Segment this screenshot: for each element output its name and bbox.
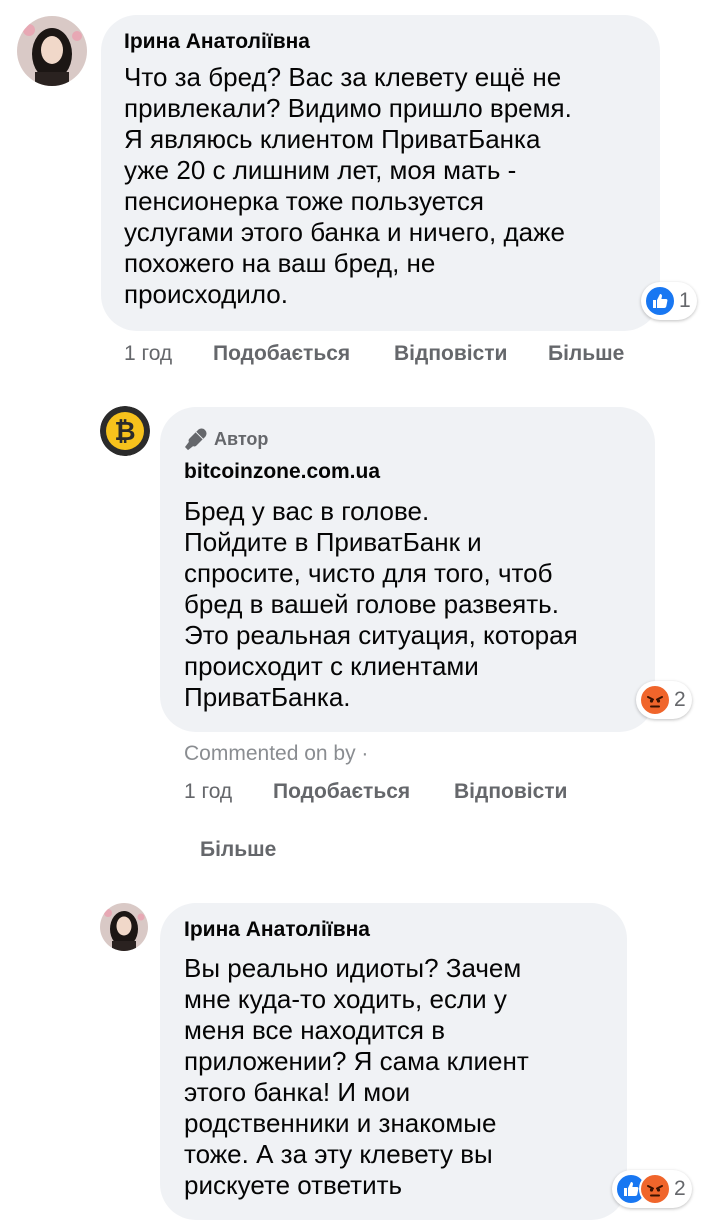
commented-on-note: Commented on by · — [184, 742, 369, 765]
angry-icon — [639, 684, 671, 716]
reply-author-name[interactable]: bitcoinzone.com.ua — [184, 460, 380, 484]
comment-text: Что за бред? Вас за клевету ещё не привл… — [124, 62, 572, 309]
reaction-count: 2 — [674, 688, 686, 711]
reaction-count: 1 — [679, 289, 691, 312]
more-button[interactable]: Більше — [200, 838, 276, 862]
svg-text:₿: ₿ — [114, 417, 135, 447]
reaction-count: 2 — [674, 1177, 686, 1200]
page-avatar[interactable]: ₿ — [100, 406, 150, 456]
comment-author-name[interactable]: Ірина Анатоліївна — [124, 30, 310, 54]
comment-timestamp[interactable]: 1 год — [124, 342, 172, 366]
angry-icon — [639, 1173, 671, 1205]
reaction-summary[interactable]: 2 — [636, 681, 692, 719]
reply-text: Бред у вас в голове. Пойдите в ПриватБан… — [184, 496, 578, 712]
reaction-summary[interactable]: 1 — [641, 282, 697, 320]
reaction-summary[interactable]: 2 — [612, 1170, 692, 1208]
reply-timestamp[interactable]: 1 год — [184, 780, 232, 804]
microphone-icon — [185, 428, 207, 451]
like-button[interactable]: Подобається — [213, 342, 350, 366]
reply-author-name[interactable]: Ірина Анатоліївна — [184, 918, 370, 942]
author-badge: Автор — [184, 427, 268, 451]
reply-text: Вы реально идиоты? Зачем мне куда-то ход… — [184, 953, 529, 1200]
commenter-avatar[interactable] — [100, 903, 148, 951]
reply-button[interactable]: Відповісти — [454, 780, 567, 804]
reply-button[interactable]: Відповісти — [394, 342, 507, 366]
like-icon — [644, 285, 676, 317]
commenter-avatar[interactable] — [17, 16, 87, 86]
author-badge-label: Автор — [214, 428, 269, 449]
like-button[interactable]: Подобається — [273, 780, 410, 804]
more-button[interactable]: Більше — [548, 342, 624, 366]
